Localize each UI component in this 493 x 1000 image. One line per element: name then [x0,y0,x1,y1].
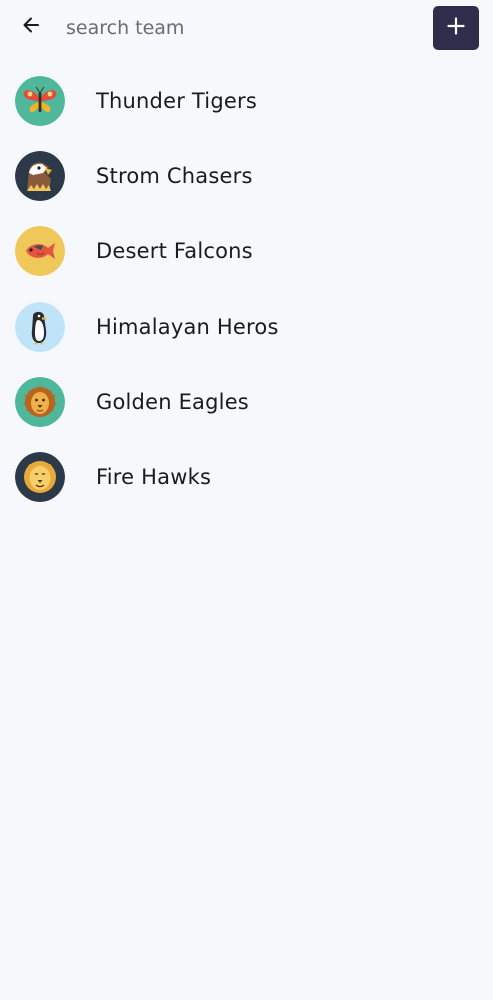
team-search-screen: Thunder Tigers Strom Chasers [0,0,493,1000]
team-list-item[interactable]: Fire Hawks [0,439,493,514]
search-input[interactable] [64,12,418,44]
add-team-button[interactable] [433,6,479,50]
team-avatar [15,75,65,126]
team-avatar [15,452,65,503]
team-name: Fire Hawks [96,465,212,490]
plus-icon [446,16,466,40]
team-list-item[interactable]: Strom Chasers [0,138,493,213]
fish-icon [15,226,65,277]
team-name: Thunder Tigers [96,88,257,113]
team-name: Himalayan Heros [96,314,279,339]
team-name: Strom Chasers [96,163,253,188]
team-avatar [15,376,65,427]
arrow-left-icon [21,15,41,39]
lion-icon [15,376,65,427]
eagle-icon [15,150,65,201]
team-avatar [15,301,65,352]
team-list-item[interactable]: Desert Falcons [0,214,493,289]
butterfly-icon [15,75,65,126]
top-bar [0,0,493,56]
team-list-item[interactable]: Himalayan Heros [0,289,493,364]
team-avatar [15,226,65,277]
back-button[interactable] [14,10,48,44]
team-avatar [15,150,65,201]
lion-face-icon [15,452,65,503]
penguin-icon [15,301,65,352]
team-list: Thunder Tigers Strom Chasers Desert Falc… [0,63,493,515]
team-name: Golden Eagles [96,389,249,414]
team-list-item[interactable]: Thunder Tigers [0,63,493,138]
team-list-item[interactable]: Golden Eagles [0,364,493,439]
team-name: Desert Falcons [96,239,253,264]
